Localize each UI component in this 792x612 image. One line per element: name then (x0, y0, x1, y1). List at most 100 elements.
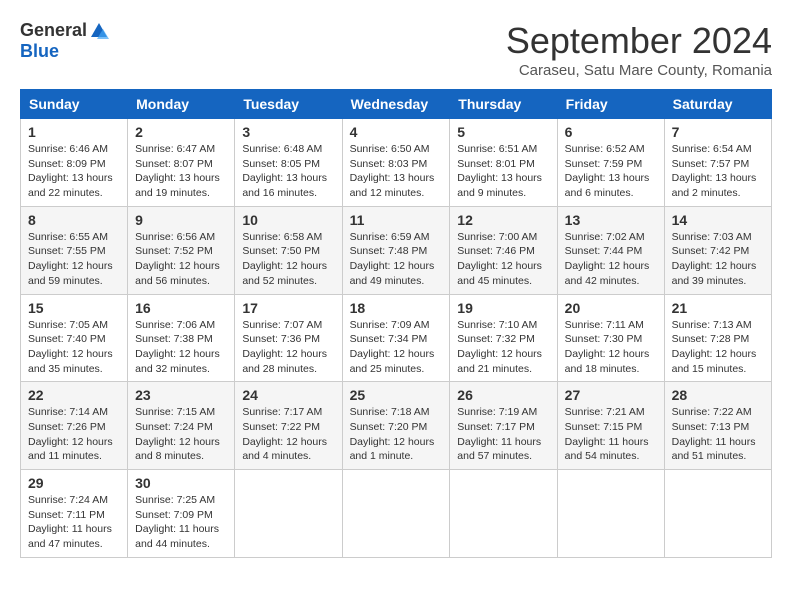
day-info: Sunrise: 7:09 AM Sunset: 7:34 PM Dayligh… (350, 318, 443, 377)
day-info: Sunrise: 6:55 AM Sunset: 7:55 PM Dayligh… (28, 230, 120, 289)
calendar-cell: 16 Sunrise: 7:06 AM Sunset: 7:38 PM Dayli… (128, 294, 235, 382)
calendar-cell: 6 Sunrise: 6:52 AM Sunset: 7:59 PM Daylig… (557, 119, 664, 207)
day-number: 24 (242, 387, 334, 403)
logo-icon (89, 21, 109, 41)
day-info: Sunrise: 6:51 AM Sunset: 8:01 PM Dayligh… (457, 142, 549, 201)
day-header-saturday: Saturday (664, 90, 771, 119)
logo: General Blue (20, 20, 109, 62)
calendar-cell (235, 470, 342, 558)
day-number: 3 (242, 124, 334, 140)
day-info: Sunrise: 6:50 AM Sunset: 8:03 PM Dayligh… (350, 142, 443, 201)
day-header-sunday: Sunday (21, 90, 128, 119)
day-info: Sunrise: 7:05 AM Sunset: 7:40 PM Dayligh… (28, 318, 120, 377)
day-number: 21 (672, 300, 764, 316)
day-info: Sunrise: 6:47 AM Sunset: 8:07 PM Dayligh… (135, 142, 227, 201)
day-number: 8 (28, 212, 120, 228)
day-number: 14 (672, 212, 764, 228)
day-info: Sunrise: 7:18 AM Sunset: 7:20 PM Dayligh… (350, 405, 443, 464)
calendar-cell: 5 Sunrise: 6:51 AM Sunset: 8:01 PM Daylig… (450, 119, 557, 207)
calendar-cell: 2 Sunrise: 6:47 AM Sunset: 8:07 PM Daylig… (128, 119, 235, 207)
calendar-cell: 1 Sunrise: 6:46 AM Sunset: 8:09 PM Daylig… (21, 119, 128, 207)
day-header-monday: Monday (128, 90, 235, 119)
day-number: 5 (457, 124, 549, 140)
day-header-thursday: Thursday (450, 90, 557, 119)
day-info: Sunrise: 7:21 AM Sunset: 7:15 PM Dayligh… (565, 405, 657, 464)
day-info: Sunrise: 7:00 AM Sunset: 7:46 PM Dayligh… (457, 230, 549, 289)
day-info: Sunrise: 7:24 AM Sunset: 7:11 PM Dayligh… (28, 493, 120, 552)
location: Caraseu, Satu Mare County, Romania (506, 62, 772, 79)
logo-blue-text: Blue (20, 41, 59, 62)
calendar-cell: 13 Sunrise: 7:02 AM Sunset: 7:44 PM Dayli… (557, 206, 664, 294)
calendar-week-4: 22 Sunrise: 7:14 AM Sunset: 7:26 PM Dayli… (21, 382, 772, 470)
calendar-cell: 3 Sunrise: 6:48 AM Sunset: 8:05 PM Daylig… (235, 119, 342, 207)
calendar-cell (342, 470, 450, 558)
calendar-cell (557, 470, 664, 558)
day-header-friday: Friday (557, 90, 664, 119)
calendar-cell: 23Sunrise: 7:15 AM Sunset: 7:24 PM Dayli… (128, 382, 235, 470)
calendar-cell: 20 Sunrise: 7:11 AM Sunset: 7:30 PM Dayli… (557, 294, 664, 382)
day-info: Sunrise: 7:17 AM Sunset: 7:22 PM Dayligh… (242, 405, 334, 464)
day-number: 19 (457, 300, 549, 316)
day-number: 6 (565, 124, 657, 140)
calendar-cell: 28 Sunrise: 7:22 AM Sunset: 7:13 PM Dayli… (664, 382, 771, 470)
calendar-cell: 7 Sunrise: 6:54 AM Sunset: 7:57 PM Daylig… (664, 119, 771, 207)
day-number: 10 (242, 212, 334, 228)
day-number: 13 (565, 212, 657, 228)
day-info: Sunrise: 7:02 AM Sunset: 7:44 PM Dayligh… (565, 230, 657, 289)
day-info: Sunrise: 7:13 AM Sunset: 7:28 PM Dayligh… (672, 318, 764, 377)
day-number: 22 (28, 387, 120, 403)
day-info: Sunrise: 6:58 AM Sunset: 7:50 PM Dayligh… (242, 230, 334, 289)
day-info: Sunrise: 7:22 AM Sunset: 7:13 PM Dayligh… (672, 405, 764, 464)
calendar-cell (450, 470, 557, 558)
calendar-cell (664, 470, 771, 558)
calendar-cell: 24 Sunrise: 7:17 AM Sunset: 7:22 PM Dayli… (235, 382, 342, 470)
day-header-wednesday: Wednesday (342, 90, 450, 119)
calendar-cell: 10 Sunrise: 6:58 AM Sunset: 7:50 PM Dayli… (235, 206, 342, 294)
day-number: 20 (565, 300, 657, 316)
calendar-cell: 14 Sunrise: 7:03 AM Sunset: 7:42 PM Dayli… (664, 206, 771, 294)
day-info: Sunrise: 7:03 AM Sunset: 7:42 PM Dayligh… (672, 230, 764, 289)
day-number: 1 (28, 124, 120, 140)
calendar-cell: 11Sunrise: 6:59 AM Sunset: 7:48 PM Dayli… (342, 206, 450, 294)
calendar-cell: 26 Sunrise: 7:19 AM Sunset: 7:17 PM Dayli… (450, 382, 557, 470)
day-number: 29 (28, 475, 120, 491)
day-info: Sunrise: 6:56 AM Sunset: 7:52 PM Dayligh… (135, 230, 227, 289)
calendar-cell: 8 Sunrise: 6:55 AM Sunset: 7:55 PM Daylig… (21, 206, 128, 294)
calendar-cell: 22 Sunrise: 7:14 AM Sunset: 7:26 PM Dayli… (21, 382, 128, 470)
day-number: 18 (350, 300, 443, 316)
calendar-header-row: SundayMondayTuesdayWednesdayThursdayFrid… (21, 90, 772, 119)
calendar-cell: 19 Sunrise: 7:10 AM Sunset: 7:32 PM Dayli… (450, 294, 557, 382)
calendar-cell: 30Sunrise: 7:25 AM Sunset: 7:09 PM Dayli… (128, 470, 235, 558)
day-number: 16 (135, 300, 227, 316)
day-number: 28 (672, 387, 764, 403)
day-number: 11 (350, 212, 443, 228)
day-number: 4 (350, 124, 443, 140)
day-number: 25 (350, 387, 443, 403)
calendar-week-2: 8 Sunrise: 6:55 AM Sunset: 7:55 PM Daylig… (21, 206, 772, 294)
calendar-week-1: 1 Sunrise: 6:46 AM Sunset: 8:09 PM Daylig… (21, 119, 772, 207)
day-number: 23 (135, 387, 227, 403)
day-info: Sunrise: 6:54 AM Sunset: 7:57 PM Dayligh… (672, 142, 764, 201)
day-info: Sunrise: 6:48 AM Sunset: 8:05 PM Dayligh… (242, 142, 334, 201)
calendar-week-5: 29 Sunrise: 7:24 AM Sunset: 7:11 PM Dayli… (21, 470, 772, 558)
calendar-cell: 9 Sunrise: 6:56 AM Sunset: 7:52 PM Daylig… (128, 206, 235, 294)
day-info: Sunrise: 7:10 AM Sunset: 7:32 PM Dayligh… (457, 318, 549, 377)
day-info: Sunrise: 7:14 AM Sunset: 7:26 PM Dayligh… (28, 405, 120, 464)
header: General Blue September 2024 Caraseu, Sat… (20, 20, 772, 79)
day-info: Sunrise: 6:46 AM Sunset: 8:09 PM Dayligh… (28, 142, 120, 201)
calendar-cell: 15Sunrise: 7:05 AM Sunset: 7:40 PM Dayli… (21, 294, 128, 382)
calendar-cell: 4 Sunrise: 6:50 AM Sunset: 8:03 PM Daylig… (342, 119, 450, 207)
day-number: 9 (135, 212, 227, 228)
day-header-tuesday: Tuesday (235, 90, 342, 119)
calendar-week-3: 15Sunrise: 7:05 AM Sunset: 7:40 PM Dayli… (21, 294, 772, 382)
calendar-cell: 25 Sunrise: 7:18 AM Sunset: 7:20 PM Dayli… (342, 382, 450, 470)
day-info: Sunrise: 6:52 AM Sunset: 7:59 PM Dayligh… (565, 142, 657, 201)
day-number: 7 (672, 124, 764, 140)
calendar: SundayMondayTuesdayWednesdayThursdayFrid… (20, 89, 772, 558)
day-info: Sunrise: 7:11 AM Sunset: 7:30 PM Dayligh… (565, 318, 657, 377)
day-number: 2 (135, 124, 227, 140)
day-info: Sunrise: 7:06 AM Sunset: 7:38 PM Dayligh… (135, 318, 227, 377)
day-info: Sunrise: 7:19 AM Sunset: 7:17 PM Dayligh… (457, 405, 549, 464)
day-number: 26 (457, 387, 549, 403)
logo-general-text: General (20, 20, 87, 41)
